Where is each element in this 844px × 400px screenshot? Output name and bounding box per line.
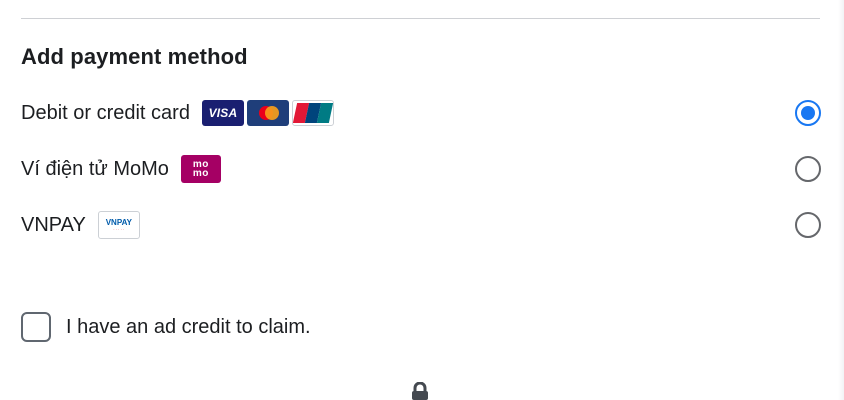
ad-credit-claim[interactable]: I have an ad credit to claim.	[21, 310, 311, 344]
lock-icon	[412, 382, 428, 400]
top-divider	[21, 18, 820, 19]
scrollbar-track[interactable]	[838, 0, 844, 400]
payment-option-vnpay[interactable]: VNPAY VNPAY · · · · ·	[21, 207, 821, 243]
momo-logo-icon: mo mo	[180, 155, 221, 183]
vnpay-logos: VNPAY · · · · ·	[97, 211, 140, 239]
payment-option-momo[interactable]: Ví điện tử MoMo mo mo	[21, 151, 821, 187]
section-title: Add payment method	[21, 44, 248, 69]
ad-credit-label: I have an ad credit to claim.	[66, 315, 311, 338]
radio-momo[interactable]	[795, 156, 821, 182]
visa-logo-icon: VISA	[201, 100, 244, 126]
radio-vnpay[interactable]	[795, 212, 821, 238]
ad-credit-checkbox[interactable]	[21, 312, 51, 342]
radio-card[interactable]	[795, 100, 821, 126]
payment-option-label: Debit or credit card	[21, 102, 190, 124]
vnpay-logo-icon: VNPAY · · · · ·	[97, 211, 140, 239]
card-logos: VISA	[201, 100, 334, 126]
momo-logos: mo mo	[180, 155, 221, 183]
payment-option-label: Ví điện tử MoMo	[21, 158, 169, 180]
unionpay-logo-icon	[291, 100, 334, 126]
payment-option-card[interactable]: Debit or credit card VISA	[21, 95, 821, 131]
payment-option-label: VNPAY	[21, 214, 86, 236]
mastercard-logo-icon	[246, 100, 289, 126]
